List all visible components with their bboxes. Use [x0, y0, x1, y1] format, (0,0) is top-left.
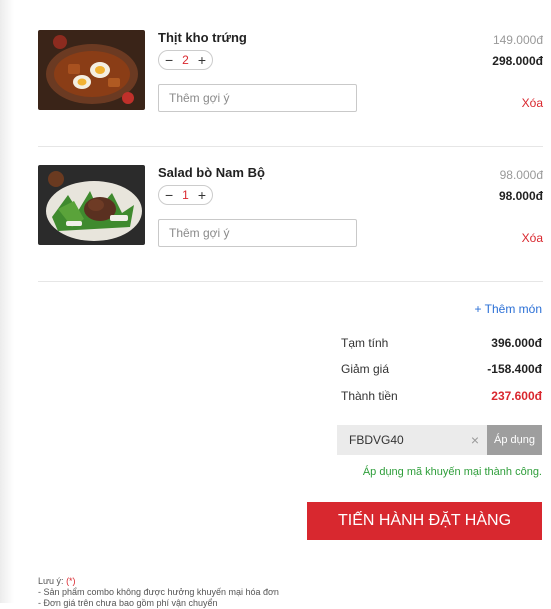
note-line: - Đơn giá trên chưa bao gồm phí vận chuy…: [38, 598, 218, 608]
note-input[interactable]: [158, 84, 357, 112]
item-name: Thịt kho trứng: [158, 30, 247, 45]
apply-coupon-button[interactable]: Áp dụng: [487, 425, 542, 455]
left-shadow: [0, 0, 14, 603]
notes-mark: (*): [66, 576, 76, 586]
coupon-success-message: Áp dụng mã khuyến mại thành công.: [362, 466, 542, 478]
unit-price: 98.000đ: [499, 168, 543, 182]
checkout-button[interactable]: TIẾN HÀNH ĐẶT HÀNG: [307, 502, 542, 540]
decrease-button[interactable]: −: [165, 188, 173, 202]
note-input[interactable]: [158, 219, 357, 247]
delete-link[interactable]: Xóa: [522, 231, 543, 245]
item-image: [38, 165, 145, 245]
coupon-input[interactable]: [347, 432, 451, 448]
cart-item: Salad bò Nam Bộ − 1 + 98.000đ 98.000đ Xó…: [38, 165, 543, 255]
notes-heading-line: Lưu ý: (*): [38, 576, 279, 587]
delete-link[interactable]: Xóa: [522, 96, 543, 110]
divider: [38, 281, 543, 282]
line-price: 98.000đ: [498, 189, 543, 203]
discount-value: -158.400đ: [487, 362, 542, 376]
add-more-button[interactable]: + Thêm món: [475, 302, 542, 316]
quantity-stepper: − 2 +: [158, 50, 213, 70]
notes: Lưu ý: (*) - Sản phẩm combo không được h…: [38, 576, 279, 609]
total-label: Thành tiền: [341, 389, 398, 403]
increase-button[interactable]: +: [198, 188, 206, 202]
discount-label: Giảm giá: [341, 362, 390, 376]
coupon-box: × Áp dụng: [337, 425, 542, 455]
subtotal-label: Tạm tính: [341, 336, 389, 350]
subtotal-value: 396.000đ: [491, 336, 542, 350]
item-name: Salad bò Nam Bộ: [158, 165, 265, 180]
close-icon[interactable]: ×: [471, 432, 479, 448]
unit-price: 149.000đ: [492, 33, 543, 47]
increase-button[interactable]: +: [198, 53, 206, 67]
quantity-stepper: − 1 +: [158, 185, 213, 205]
decrease-button[interactable]: −: [165, 53, 173, 67]
line-price: 298.000đ: [492, 54, 543, 68]
divider: [38, 146, 543, 147]
cart-item: Thịt kho trứng − 2 + 149.000đ 298.000đ X…: [38, 30, 543, 120]
quantity-value: 2: [182, 53, 189, 67]
total-value: 237.600đ: [491, 389, 542, 403]
note-line: - Sản phẩm combo không được hưởng khuyến…: [38, 587, 279, 597]
item-image: [38, 30, 145, 110]
coupon-field: ×: [337, 425, 487, 455]
quantity-value: 1: [182, 188, 189, 202]
notes-heading: Lưu ý:: [38, 576, 64, 586]
